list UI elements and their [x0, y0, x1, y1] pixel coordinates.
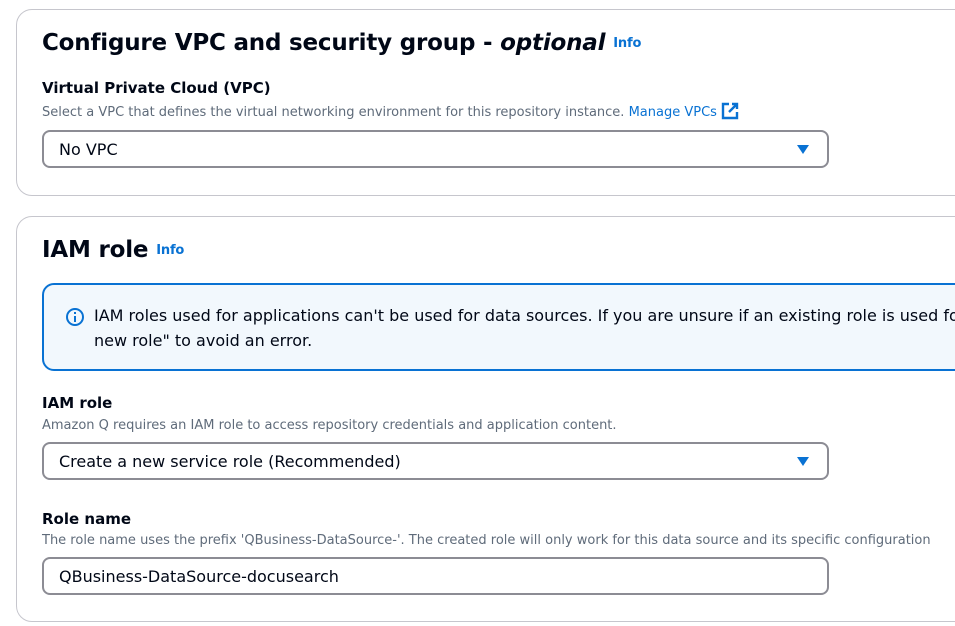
- vpc-field-label: Virtual Private Cloud (VPC): [42, 79, 271, 97]
- vpc-description-text: Select a VPC that defines the virtual ne…: [42, 105, 625, 120]
- caret-down-icon: [797, 457, 809, 466]
- alert-message: IAM roles used for applications can't be…: [94, 306, 955, 350]
- iam-title-text: IAM role: [42, 237, 149, 263]
- iam-panel-title: IAM role Info: [42, 237, 184, 263]
- vpc-info-link[interactable]: Info: [613, 36, 641, 51]
- vpc-panel-title: Configure VPC and security group - optio…: [42, 30, 641, 56]
- vpc-title-optional: optional: [500, 30, 606, 56]
- iam-panel: IAM role Info IAM roles used for applicat…: [16, 216, 955, 622]
- vpc-field-description: Select a VPC that defines the virtual ne…: [42, 102, 739, 120]
- external-link-icon: [721, 102, 739, 120]
- info-alert: IAM roles used for applications can't be…: [42, 283, 955, 371]
- iam-role-field-description: Amazon Q requires an IAM role to access …: [42, 418, 617, 433]
- vpc-select[interactable]: No VPC: [42, 130, 829, 168]
- vpc-title-text: Configure VPC and security group -: [42, 30, 501, 56]
- caret-down-icon: [797, 145, 809, 154]
- iam-role-select[interactable]: Create a new service role (Recommended): [42, 442, 829, 480]
- role-name-field-description: The role name uses the prefix 'QBusiness…: [42, 533, 931, 548]
- iam-info-link[interactable]: Info: [156, 243, 184, 258]
- page: Configure VPC and security group - optio…: [0, 0, 955, 626]
- manage-vpcs-link[interactable]: Manage VPCs: [628, 102, 739, 120]
- manage-vpcs-label: Manage VPCs: [628, 105, 717, 120]
- vpc-panel: Configure VPC and security group - optio…: [16, 9, 955, 196]
- iam-role-select-value: Create a new service role (Recommended): [59, 451, 401, 471]
- iam-role-field-label: IAM role: [42, 394, 113, 412]
- info-circle-icon: [66, 308, 84, 326]
- role-name-input[interactable]: QBusiness-DataSource-docusearch: [42, 557, 829, 595]
- role-name-input-value: QBusiness-DataSource-docusearch: [59, 566, 339, 586]
- role-name-field-label: Role name: [42, 510, 131, 528]
- vpc-select-value: No VPC: [59, 139, 118, 159]
